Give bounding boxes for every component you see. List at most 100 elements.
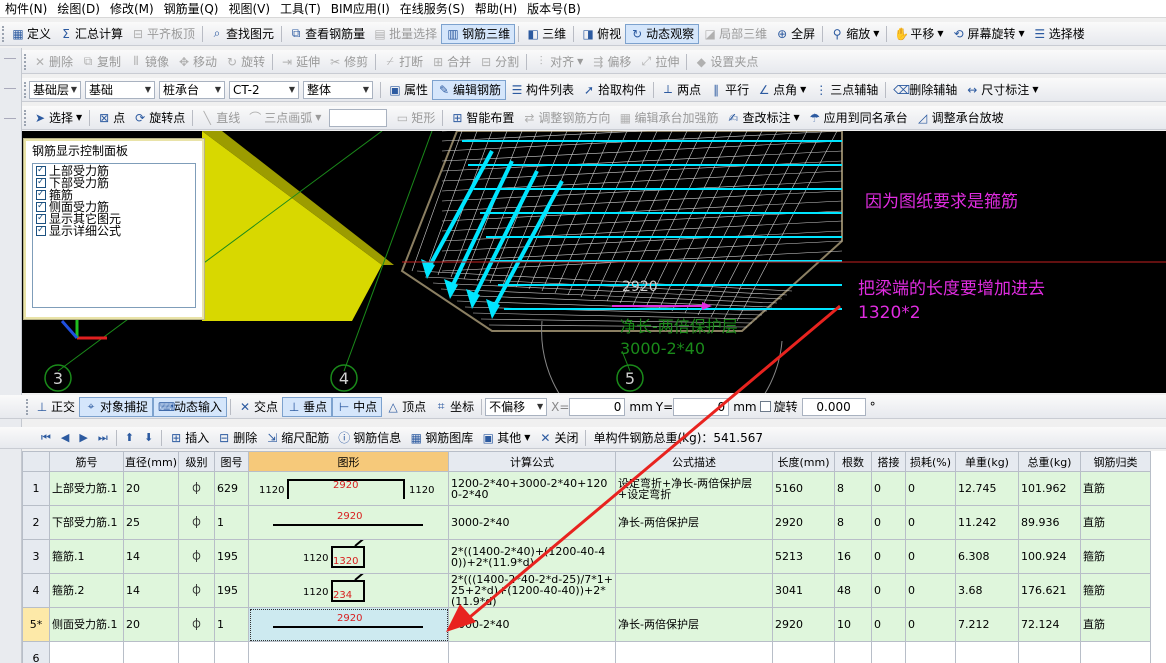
tool-fullscreen-button[interactable]: ⊕ 全屏 [771,24,819,44]
rebar-shape-cell[interactable]: 1120 1320 [248,539,449,574]
cell-cat[interactable]: 直筋 [1080,607,1151,642]
cell-grade[interactable]: ⏀ [178,539,215,574]
checkbox-checked-icon[interactable] [36,176,46,188]
tool-smart-layout-button[interactable]: ⊞ 智能布置 [446,108,518,128]
cell-lap[interactable]: 0 [871,539,906,574]
tool-line-button[interactable]: ╲ 直线 [196,108,244,128]
tool-properties-button[interactable]: ▣ 属性 [384,80,432,100]
cell-fig[interactable]: 195 [214,573,249,608]
nav-next-icon[interactable]: ▶ [74,428,92,448]
menu-item[interactable]: 版本号(B) [522,0,586,17]
tool-move-button[interactable]: ✥ 移动 [173,52,221,72]
cell-name[interactable]: 箍筋.2 [49,573,124,608]
table-row[interactable]: 1 上部受力筋.1 20 ⏀ 629 1120 2920 1120 1200-2*40+3000… [22,471,1151,506]
tool-floor-select-button[interactable]: ☰ 选择楼 [1029,24,1089,44]
cell-fig[interactable] [214,641,249,663]
cell-total_w[interactable]: 100.924 [1018,539,1081,574]
column-header[interactable]: 根数 [834,451,872,472]
tool-intersection-button[interactable]: ✕ 交点 [234,397,282,417]
tool-batch-select-button[interactable]: ▤ 批量选择 [369,24,441,44]
cell-loss[interactable]: 0 [905,573,956,608]
tool-copy-button[interactable]: ⧉ 复制 [77,52,125,72]
tool-topview-button[interactable]: ◨ 俯视 [577,24,625,44]
menu-item[interactable]: 修改(M) [105,0,159,17]
cell-count[interactable]: 16 [834,539,872,574]
cell-name[interactable] [49,641,124,663]
tool-delete-button[interactable]: ✕ 删除 [29,52,77,72]
rebar-shape-cell[interactable] [248,641,449,663]
column-header[interactable]: 直径(mm) [123,451,179,472]
cell-cat[interactable]: 直筋 [1080,471,1151,506]
cell-dia[interactable]: 14 [123,573,179,608]
column-header[interactable]: 损耗(%) [905,451,956,472]
table-row[interactable]: 2 下部受力筋.1 25 ⏀ 1 2920 3000-2*40 净长-两倍保护层 2920 8 0 0… [22,505,1151,540]
table-row[interactable]: 5* 侧面受力筋.1 20 ⏀ 1 2920 3000-2*40 净长-两倍保护层 2920 10… [22,607,1151,642]
cell-formula[interactable] [448,641,616,663]
tool-extend-button[interactable]: ⇥ 延伸 [276,52,324,72]
column-header[interactable]: 筋号 [49,451,124,472]
toolbar-grip[interactable] [2,25,5,42]
cell-total_w[interactable]: 89.936 [1018,505,1081,540]
tool-view-rebar-button[interactable]: ⧉ 查看钢筋量 [285,24,369,44]
cell-unit_w[interactable]: 6.308 [955,539,1019,574]
tool-two-point-button[interactable]: ⟂ 两点 [657,80,705,100]
checkbox-checked-icon[interactable] [36,224,46,236]
cell-name[interactable]: 箍筋.1 [49,539,124,574]
tool-insert-button[interactable]: ⊞ 插入 [165,428,213,448]
panel-checkbox-item[interactable]: 显示详细公式 [36,224,192,237]
checkbox-checked-icon[interactable] [36,164,46,176]
cell-grade[interactable] [178,641,215,663]
cell-count[interactable]: 48 [834,573,872,608]
cell-fig[interactable]: 1 [214,607,249,642]
cell-fig[interactable]: 195 [214,539,249,574]
tool-delete-axis-button[interactable]: ⌫ 删除辅轴 [889,80,961,100]
cell-len[interactable]: 3041 [772,573,835,608]
tool-coordinate-button[interactable]: ⌗ 坐标 [430,397,478,417]
tool-edit-label-button[interactable]: ✍ 查改标注 ▼ [722,108,803,128]
tool-pan-button[interactable]: ✋ 平移 ▼ [890,24,947,44]
tool-dynamic-input-button[interactable]: ⌨ 动态输入 [153,396,228,417]
tool-mirror-button[interactable]: ⫴ 镜像 [125,52,173,72]
cell-grade[interactable]: ⏀ [178,505,215,540]
cell-desc[interactable]: 设定弯折+净长-两倍保护层+设定弯折 [615,471,773,506]
layer-combo-1[interactable]: 基础 ▼ [85,80,155,99]
tool-find-button[interactable]: ⌕ 查找图元 [206,24,278,44]
nav-down-icon[interactable]: ⬇ [139,428,158,448]
cell-count[interactable]: 8 [834,471,872,506]
column-header[interactable]: 单重(kg) [955,451,1019,472]
column-header[interactable]: 搭接 [871,451,906,472]
x-coordinate-input[interactable]: 0 [569,397,626,416]
tool-align-button[interactable]: ⫶ 对齐 ▼ [530,52,587,72]
tool-point-button[interactable]: ⊠ 点 [93,108,129,128]
cell-unit_w[interactable] [955,641,1019,663]
cell-cat[interactable]: 箍筋 [1080,539,1151,574]
menu-item[interactable]: 帮助(H) [470,0,522,17]
tool-midpoint-button[interactable]: ⊢ 中点 [332,396,383,417]
column-header[interactable]: 图号 [214,451,249,472]
tool-split-button[interactable]: ⊟ 分割 [475,52,523,72]
column-header[interactable]: 总重(kg) [1018,451,1081,472]
cell-grade[interactable]: ⏀ [178,471,215,506]
cell-desc[interactable]: 净长-两倍保护层 [615,607,773,642]
cell-cat[interactable] [1080,641,1151,663]
tool-level-button[interactable]: ⊟ 平齐板顶 [127,24,199,44]
cell-name[interactable]: 下部受力筋.1 [49,505,124,540]
tool-stretch-button[interactable]: ⤢ 拉伸 [635,52,683,72]
cell-grade[interactable]: ⏀ [178,607,215,642]
nav-last-icon[interactable]: ⏭ [93,428,113,448]
cell-loss[interactable]: 0 [905,539,956,574]
toolbar-grip[interactable] [24,53,27,70]
tool-slope-button[interactable]: ◿ 调整承台放坡 [912,108,1008,128]
row-number[interactable]: 5* [22,607,50,642]
tool-cursor-button[interactable]: ➤ 选择 ▼ [29,108,86,128]
cell-dia[interactable]: 20 [123,607,179,642]
cell-formula[interactable]: 1200-2*40+3000-2*40+1200-2*40 [448,471,616,506]
cell-len[interactable]: 2920 [772,607,835,642]
toolbar-grip[interactable] [24,109,27,126]
cell-fig[interactable]: 629 [214,471,249,506]
nav-first-icon[interactable]: ⏮ [36,428,56,448]
cell-total_w[interactable]: 101.962 [1018,471,1081,506]
rebar-shape-cell[interactable]: 2920 [248,607,449,642]
y-coordinate-input[interactable]: 0 [673,397,730,416]
rebar-shape-cell[interactable]: 1120 234 [248,573,449,608]
